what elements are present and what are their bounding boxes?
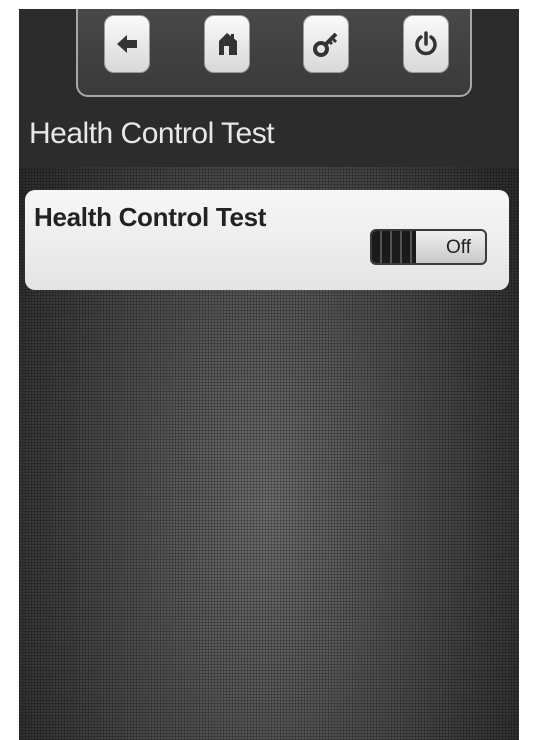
setting-label: Health Control Test (34, 202, 267, 232)
back-arrow-icon (115, 32, 139, 56)
toolbar (76, 9, 472, 97)
header-bar: Health Control Test (19, 9, 519, 167)
page-title: Health Control Test (29, 117, 275, 150)
home-icon (215, 31, 239, 57)
device-screen: Health Control Test Health Control Test … (19, 9, 519, 740)
health-control-test-toggle[interactable]: Off (370, 229, 487, 265)
power-button[interactable] (403, 15, 449, 73)
key-icon (312, 30, 340, 58)
home-button[interactable] (204, 15, 250, 73)
toggle-knob (372, 231, 416, 263)
power-icon (413, 31, 439, 57)
setting-card-health-control-test: Health Control Test Off (25, 190, 509, 290)
key-button[interactable] (303, 15, 349, 73)
toggle-state-label: Off (446, 237, 471, 258)
back-button[interactable] (104, 15, 150, 73)
